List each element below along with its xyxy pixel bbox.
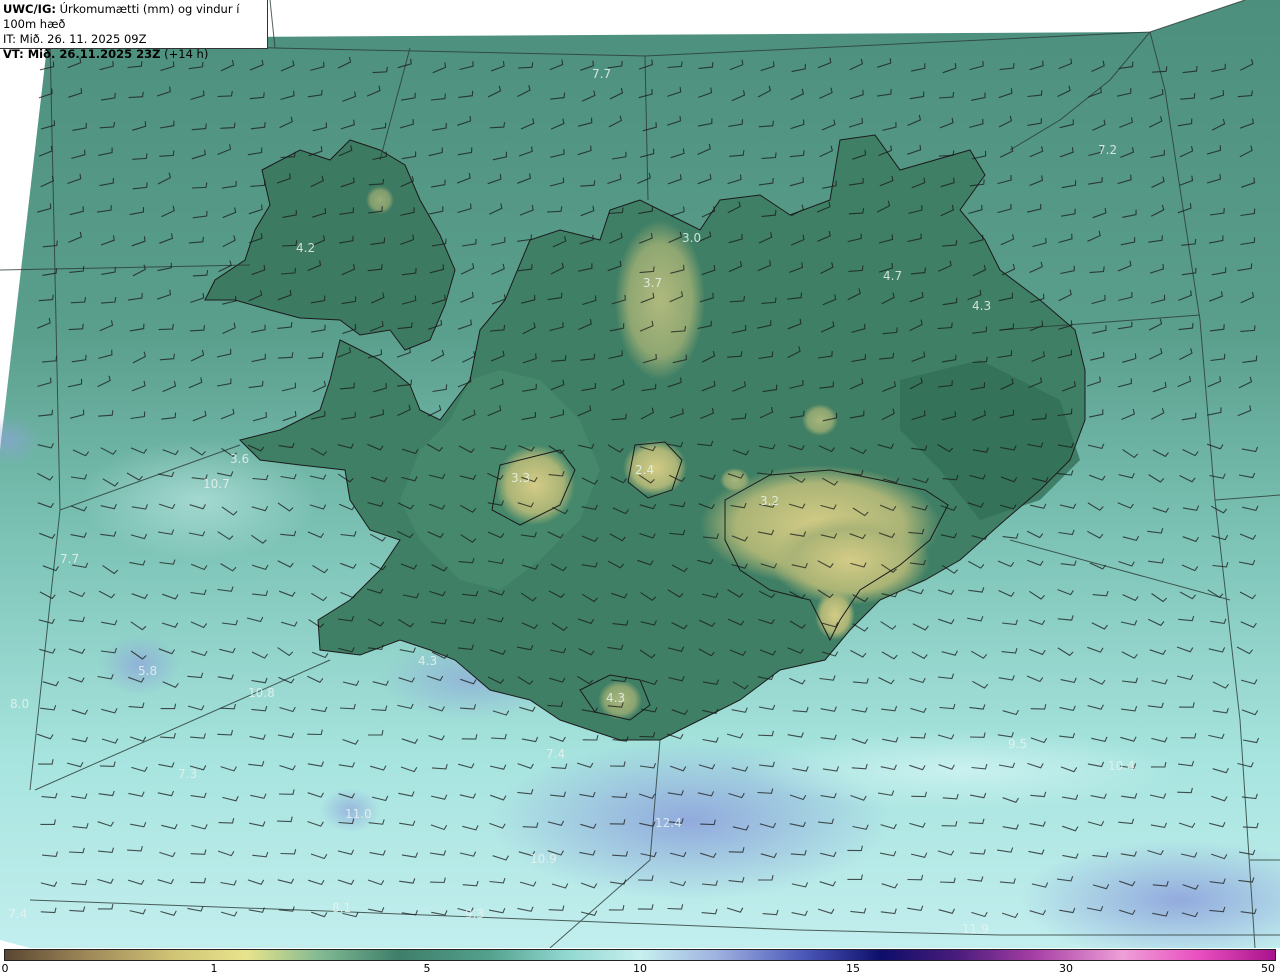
map-label: 10.8 bbox=[248, 686, 275, 700]
map-label: 3.3 bbox=[511, 471, 530, 485]
map-label: 12.4 bbox=[655, 816, 682, 830]
map-label: 7.7 bbox=[592, 67, 611, 81]
map-label: 10.7 bbox=[203, 477, 230, 491]
map-label: 4.2 bbox=[296, 241, 315, 255]
map-label: 8.0 bbox=[10, 697, 29, 711]
map-label: 7.4 bbox=[546, 747, 565, 761]
precipitation-wind-map: 7.7 7.2 4.2 3.0 3.7 4.7 4.3 3.6 10.7 3.3… bbox=[0, 0, 1280, 948]
map-label: 7.3 bbox=[178, 767, 197, 781]
map-label: 7.2 bbox=[1098, 143, 1117, 157]
colorbar-tick: 15 bbox=[846, 962, 860, 975]
map-label: 8.1 bbox=[332, 901, 351, 915]
map-label: 7.7 bbox=[60, 552, 79, 566]
initial-time: IT: Mið. 26. 11. 2025 09Z bbox=[3, 32, 147, 46]
map-label: 11.0 bbox=[345, 807, 372, 821]
map-info-box: UWC/IG: Úrkomumætti (mm) og vindur í 100… bbox=[0, 0, 268, 61]
map-label: 3.0 bbox=[682, 231, 701, 245]
colorbar-tick: 10 bbox=[633, 962, 647, 975]
colorbar-tick: 5 bbox=[423, 962, 431, 975]
map-label: 4.3 bbox=[972, 299, 991, 313]
map-label: 4.3 bbox=[418, 654, 437, 668]
map-label: 10.4 bbox=[1108, 759, 1135, 773]
map-label: 9.3 bbox=[465, 907, 484, 921]
map-label: 7.4 bbox=[8, 907, 27, 921]
forecast-offset: (+14 h) bbox=[164, 47, 209, 61]
colorbar-tick: 1 bbox=[210, 962, 218, 975]
map-label: 2.4 bbox=[635, 463, 654, 477]
map-label: 4.3 bbox=[606, 691, 625, 705]
title-line: UWC/IG: Úrkomumætti (mm) og vindur í 100… bbox=[3, 2, 264, 32]
map-label: 10.9 bbox=[530, 852, 557, 866]
map-label: 3.7 bbox=[643, 276, 662, 290]
map-label: 3.2 bbox=[760, 494, 779, 508]
map-label: 3.6 bbox=[230, 452, 249, 466]
colorbar-tick: 30 bbox=[1059, 962, 1073, 975]
valid-time: VT: Mið. 26.11.2025 23Z bbox=[3, 47, 161, 61]
colorbar-tick: 50 bbox=[1261, 962, 1275, 975]
map-label: 4.7 bbox=[883, 269, 902, 283]
map-label: 11.9 bbox=[962, 922, 989, 936]
colorbar-tick: 0 bbox=[1, 962, 9, 975]
map-label: 5.8 bbox=[138, 664, 157, 678]
valid-time-line: VT: Mið. 26.11.2025 23Z (+14 h) bbox=[3, 47, 264, 62]
model-label: UWC/IG: bbox=[3, 2, 56, 16]
colorbar bbox=[4, 949, 1276, 961]
colorbar-legend: 0 1 5 10 15 30 50 bbox=[0, 948, 1280, 978]
map-label: 9.5 bbox=[1008, 737, 1027, 751]
